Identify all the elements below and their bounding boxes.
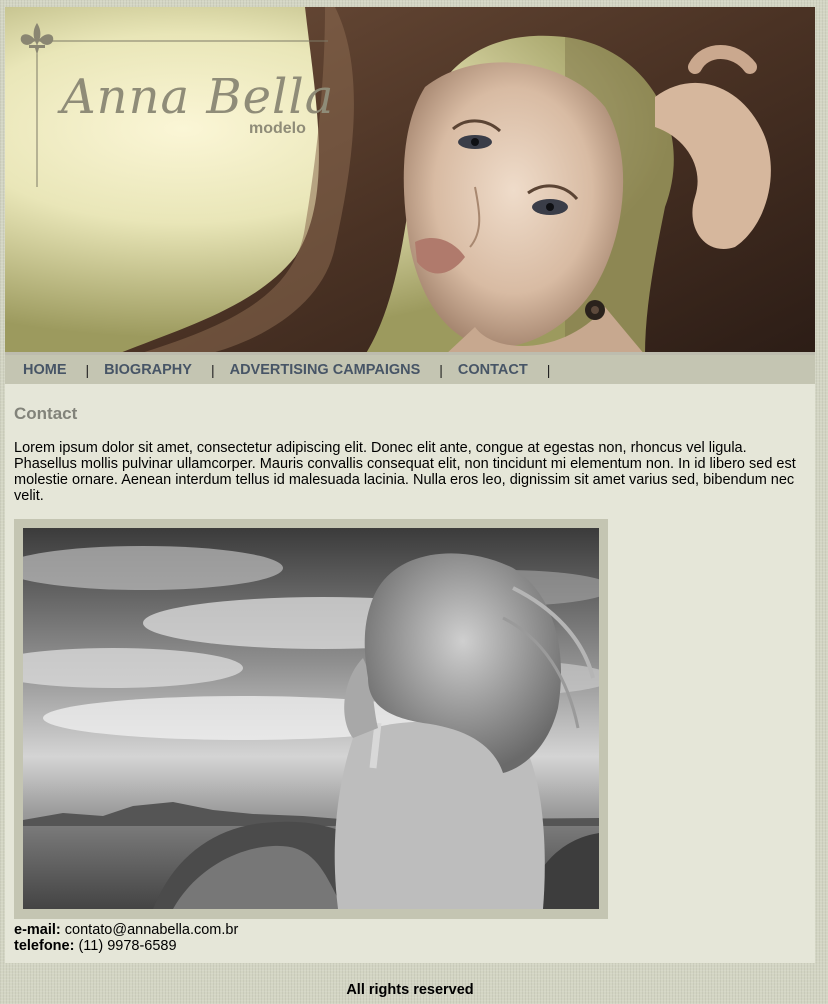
header-banner: Anna Bella modelo — [5, 7, 815, 355]
nav-separator: | — [85, 361, 90, 378]
seaside-photo — [23, 528, 599, 909]
nav-home-link[interactable]: HOME — [23, 362, 67, 378]
nav-contact-link[interactable]: CONTACT — [458, 362, 528, 378]
email-label: e-mail: — [14, 922, 61, 938]
email-value: contato@annabella.com.br — [64, 922, 239, 938]
contact-photo — [23, 528, 599, 909]
brand-subtitle: modelo — [249, 120, 306, 137]
brand-name: Anna Bella — [61, 69, 335, 125]
nav-separator: | — [546, 361, 551, 378]
banner-photo — [5, 7, 815, 355]
footer-text: All rights reserved — [346, 982, 474, 998]
phone-line: telefone: (11) 9978-6589 — [14, 938, 177, 954]
phone-label: telefone: — [14, 938, 75, 954]
nav-advertising-campaigns-link[interactable]: ADVERTISING CAMPAIGNS — [230, 362, 421, 378]
page-title: Contact — [14, 404, 78, 423]
contact-photo-frame — [14, 519, 608, 919]
main-nav: HOME | BIOGRAPHY | ADVERTISING CAMPAIGNS… — [5, 355, 815, 384]
phone-value: (11) 9978-6589 — [78, 938, 177, 954]
intro-paragraph: Lorem ipsum dolor sit amet, consectetur … — [14, 440, 796, 504]
email-line: e-mail: contato@annabella.com.br — [14, 922, 238, 938]
page-container: Anna Bella modelo HOME | BIOGRAPHY | ADV… — [5, 7, 815, 963]
nav-biography-link[interactable]: BIOGRAPHY — [104, 362, 192, 378]
nav-separator: | — [439, 361, 443, 378]
nav-separator: | — [210, 361, 215, 378]
